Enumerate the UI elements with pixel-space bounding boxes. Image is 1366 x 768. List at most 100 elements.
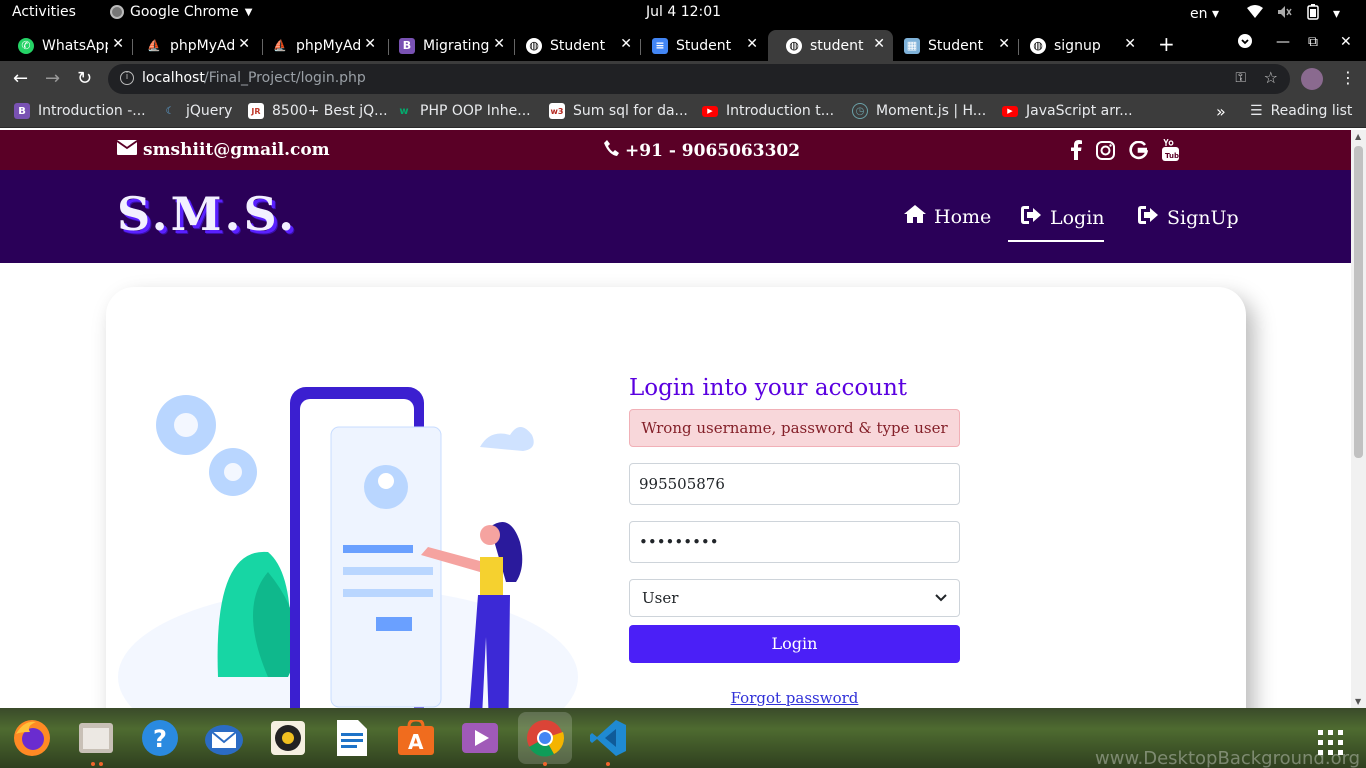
scroll-up-icon[interactable]: ▲ [1355, 132, 1361, 141]
info-icon[interactable]: i [120, 71, 134, 85]
instagram-icon[interactable] [1096, 140, 1115, 165]
tab-student[interactable]: ◍ Student ✕ [508, 30, 640, 61]
site-logo[interactable]: S.M.S. [117, 187, 297, 241]
scroll-down-icon[interactable]: ▼ [1355, 697, 1361, 706]
forward-icon[interactable]: → [45, 68, 60, 89]
w3schools-icon: w [399, 105, 409, 117]
username-field[interactable]: 995505876 [629, 463, 960, 505]
keyboard-layout[interactable]: en ▾ [1190, 6, 1219, 22]
close-icon[interactable]: ✕ [746, 36, 758, 52]
phone-icon [604, 140, 619, 161]
tab-student-active[interactable]: ◍ student ✕ [768, 30, 893, 61]
system-top-bar: Activities Google Chrome ▼ Jul 4 12:01 e… [0, 0, 1366, 27]
app-grid-icon[interactable] [1318, 730, 1344, 760]
app-menu[interactable]: Google Chrome ▼ [110, 4, 252, 20]
back-icon[interactable]: ← [13, 68, 28, 89]
close-icon[interactable]: ✕ [493, 36, 505, 52]
tab-phpmyadmin[interactable]: ⛵ phpMyAdmin ✕ [128, 30, 258, 61]
sign-in-icon [1020, 205, 1042, 230]
bookmark-item[interactable]: ▶ JavaScript arr... [1002, 103, 1133, 119]
contact-strip: smshiit@gmail.com +91 - 9065063302 Tube [0, 130, 1351, 170]
bookmark-label: Moment.js | H... [876, 103, 987, 119]
rhythmbox-icon[interactable] [266, 716, 310, 760]
google-icon[interactable] [1129, 140, 1149, 165]
bookmark-star-icon[interactable]: ☆ [1264, 68, 1278, 87]
moment-icon: ◷ [852, 103, 868, 119]
tab-whatsapp[interactable]: ✆ WhatsApp ✕ [0, 30, 132, 61]
globe-icon: ◍ [526, 37, 542, 54]
help-icon[interactable]: ? [138, 716, 182, 760]
tab-student-image[interactable]: ▦ Student ✕ [886, 30, 1018, 61]
close-icon[interactable]: ✕ [238, 36, 250, 52]
chrome-icon[interactable] [518, 712, 572, 764]
mail-icon[interactable] [202, 716, 246, 760]
tab-search-icon[interactable] [1238, 34, 1252, 52]
bookmark-item[interactable]: ◷ Moment.js | H... [852, 103, 986, 119]
writer-icon[interactable] [330, 716, 374, 760]
running-indicator [99, 762, 103, 766]
tab-student-docs[interactable]: ≡ Student ✕ [634, 30, 766, 61]
bookmark-item[interactable]: ▶ Introduction t... [702, 103, 834, 119]
reload-icon[interactable]: ↻ [77, 68, 92, 89]
profile-avatar[interactable] [1301, 68, 1323, 90]
forgot-password-link[interactable]: Forgot password [629, 689, 960, 707]
login-button[interactable]: Login [629, 625, 960, 663]
close-icon[interactable]: ✕ [998, 36, 1010, 52]
nav-signup[interactable]: SignUp [1137, 205, 1239, 230]
close-icon[interactable]: ✕ [364, 36, 376, 52]
bookmark-label: 8500+ Best jQ... [272, 103, 388, 119]
activities-button[interactable]: Activities [12, 4, 76, 20]
firefox-icon[interactable] [10, 716, 54, 760]
kebab-menu-icon[interactable]: ⋮ [1340, 68, 1356, 87]
reading-list-button[interactable]: ☰ Reading list [1250, 103, 1352, 119]
email-text: smshiit@gmail.com [143, 140, 330, 160]
tab-migrating[interactable]: B Migrating ✕ [381, 30, 513, 61]
running-indicator [91, 762, 95, 766]
battery-icon [1307, 4, 1319, 24]
new-tab-button[interactable]: + [1158, 32, 1175, 56]
svg-text:Tube: Tube [1165, 152, 1179, 160]
password-field[interactable]: ••••••••• [629, 521, 960, 563]
page-scrollbar[interactable]: ▲ ▼ [1351, 130, 1366, 708]
clock[interactable]: Jul 4 12:01 [646, 4, 721, 20]
facebook-icon[interactable] [1070, 140, 1082, 165]
youtube-icon: ▶ [1002, 105, 1018, 117]
window-close-icon[interactable]: ✕ [1340, 34, 1352, 50]
software-icon[interactable]: A [394, 716, 438, 760]
running-indicator [606, 762, 610, 766]
phpmyadmin-icon: ⛵ [147, 39, 161, 52]
scrollbar-thumb[interactable] [1354, 146, 1363, 458]
contact-phone[interactable]: +91 - 9065063302 [604, 140, 800, 161]
address-bar[interactable]: i localhost /Final_Project/login.php ⚿ ☆ [108, 64, 1290, 94]
close-icon[interactable]: ✕ [620, 36, 632, 52]
tab-signup[interactable]: ◍ signup ✕ [1012, 30, 1144, 61]
nav-home[interactable]: Home [904, 205, 991, 228]
system-tray[interactable]: en ▾ ▾ [1190, 4, 1340, 24]
close-icon[interactable]: ✕ [1124, 36, 1136, 52]
nav-login[interactable]: Login [1020, 205, 1105, 230]
locale-label: en [1190, 6, 1208, 22]
youtube-icon[interactable]: Tube [1162, 138, 1184, 166]
close-icon[interactable]: ✕ [873, 36, 885, 52]
caret-down-icon: ▼ [244, 6, 253, 18]
close-icon[interactable]: ✕ [112, 36, 124, 52]
active-nav-indicator [1008, 240, 1104, 242]
bookmarks-overflow-button[interactable]: » [1216, 102, 1226, 121]
user-type-select[interactable]: User [629, 579, 960, 617]
bookmark-label: Introduction t... [726, 103, 835, 119]
files-icon[interactable] [74, 716, 118, 760]
power-menu-caret: ▾ [1332, 6, 1341, 22]
bookmark-item[interactable]: w3 Sum sql for da... [549, 103, 688, 119]
minimize-icon[interactable]: — [1276, 34, 1290, 50]
bookmark-item[interactable]: w PHP OOP Inhe... [396, 103, 530, 119]
bookmark-item[interactable]: ☾ jQuery [162, 103, 233, 119]
dock: ? A www.DesktopBackground.org [0, 708, 1366, 768]
maximize-icon[interactable]: ⧉ [1308, 34, 1318, 50]
tab-phpmyadmin-2[interactable]: ⛵ phpMyAdmin ✕ [254, 30, 384, 61]
key-icon[interactable]: ⚿ [1235, 70, 1246, 86]
bookmark-item[interactable]: JR 8500+ Best jQ... [248, 103, 388, 119]
video-icon[interactable] [458, 716, 502, 760]
bookmark-item[interactable]: B Introduction -... [14, 103, 146, 119]
vscode-icon[interactable] [586, 716, 630, 760]
contact-email[interactable]: smshiit@gmail.com [116, 140, 330, 160]
